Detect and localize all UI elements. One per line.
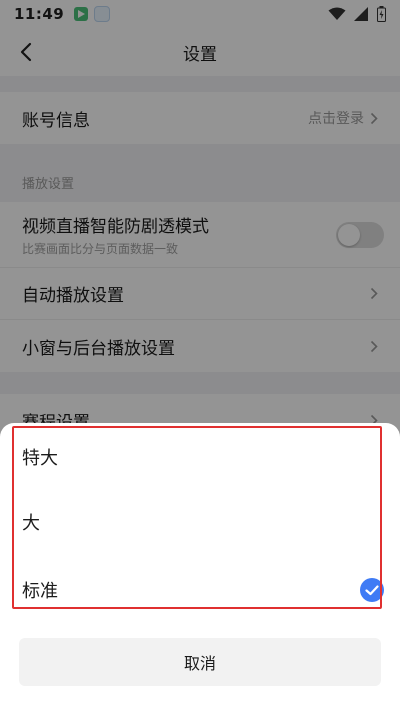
cancel-button[interactable]: 取消 [19,638,381,686]
annotation-highlight-box [12,426,382,609]
